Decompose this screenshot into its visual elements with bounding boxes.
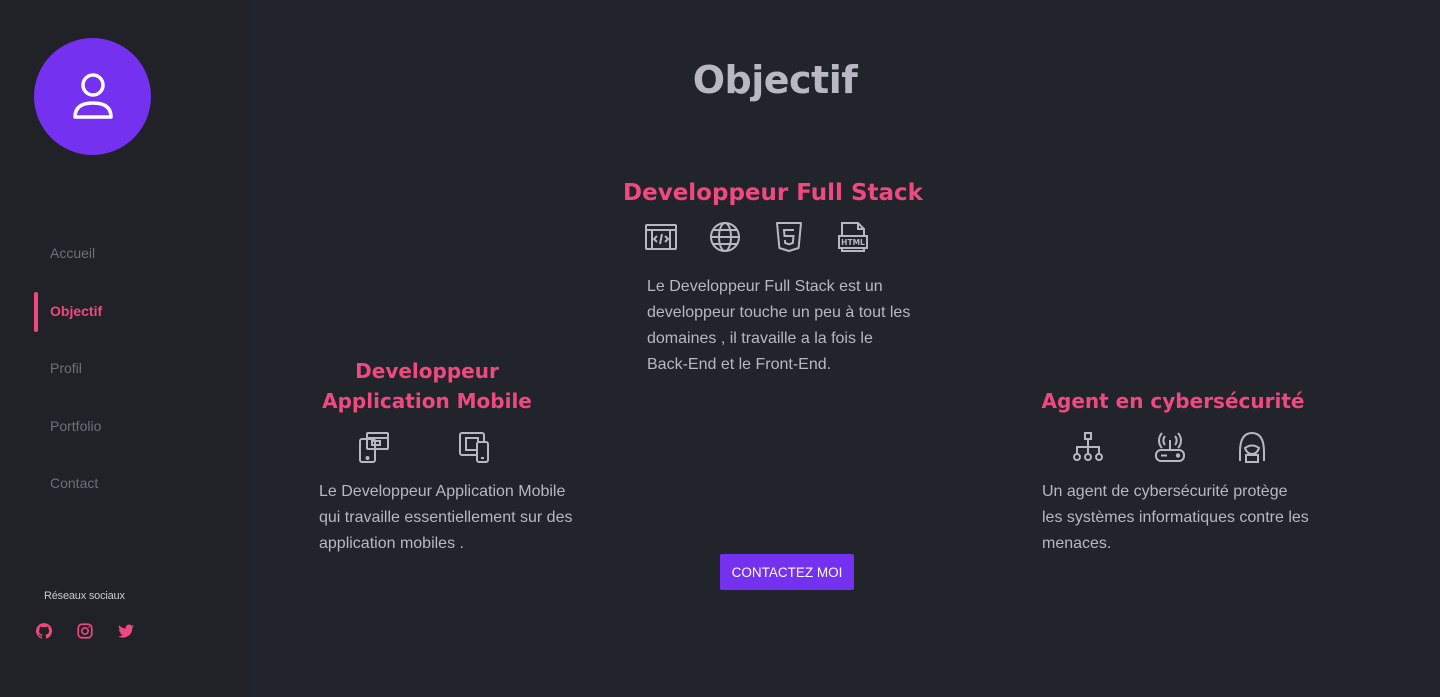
- nav-item-portfolio[interactable]: Portfolio: [34, 407, 250, 445]
- html-file-icon: HTML: [836, 220, 870, 254]
- card-title-fullstack: Developpeur Full Stack: [623, 180, 923, 206]
- sidebar: Accueil Objectif Profil Portfolio Contac…: [0, 0, 250, 697]
- nav-item-accueil[interactable]: Accueil: [34, 234, 250, 272]
- page-title: Objectif: [692, 58, 858, 102]
- github-icon[interactable]: [35, 622, 53, 640]
- svg-text:HTML: HTML: [841, 238, 865, 247]
- mobile-devices-icon: [457, 430, 491, 464]
- mobile-app-icon: [357, 430, 391, 464]
- nav-item-contact[interactable]: Contact: [34, 464, 250, 502]
- nav-item-objectif[interactable]: Objectif: [34, 291, 250, 332]
- network-icon: [1071, 430, 1105, 464]
- html5-icon: [772, 220, 806, 254]
- instagram-icon[interactable]: [76, 622, 94, 640]
- globe-icon: [708, 220, 742, 254]
- twitter-icon[interactable]: [117, 622, 135, 640]
- code-window-icon: [644, 220, 678, 254]
- social-links: [35, 622, 135, 640]
- card-title-cyber: Agent en cybersécurité: [1041, 389, 1305, 413]
- avatar[interactable]: [34, 38, 151, 155]
- nav-item-profil[interactable]: Profil: [34, 349, 250, 387]
- main-nav: Accueil Objectif Profil Portfolio Contac…: [34, 234, 250, 522]
- card-title-mobile: Developpeur Application Mobile: [322, 359, 532, 413]
- card-text-cyber: Un agent de cybersécurité protège les sy…: [1042, 483, 1309, 552]
- contact-button[interactable]: CONTACTEZ MOI: [720, 554, 854, 590]
- card-text-mobile: Le Developpeur Application Mobile qui tr…: [319, 483, 573, 552]
- social-title: Réseaux sociaux: [44, 590, 125, 602]
- hacker-icon: [1235, 430, 1269, 464]
- router-icon: [1153, 430, 1187, 464]
- user-icon: [72, 72, 113, 119]
- card-text-fullstack: Le Developpeur Full Stack est un develop…: [647, 278, 911, 373]
